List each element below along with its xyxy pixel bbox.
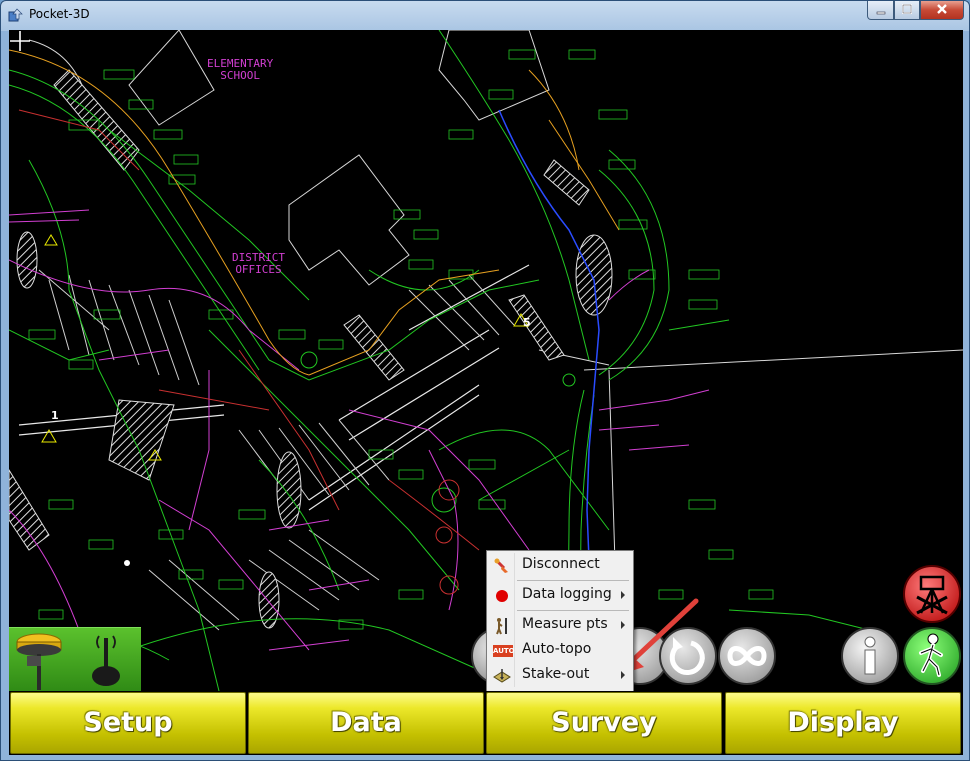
stake-out-icon xyxy=(493,669,511,683)
tab-setup[interactable]: Setup xyxy=(10,692,246,754)
infinity-button[interactable] xyxy=(718,627,776,685)
menu-item-label: Measure pts xyxy=(522,616,608,632)
context-menu: Disconnect Data logging Measure pts AUTO… xyxy=(486,550,634,692)
menu-item-label: Data logging xyxy=(522,586,612,602)
maximize-icon xyxy=(902,4,912,14)
walking-person-icon xyxy=(919,633,943,677)
menu-item-data-logging[interactable]: Data logging xyxy=(489,583,631,608)
submenu-arrow-icon xyxy=(621,621,625,629)
point-label-5: 5 xyxy=(523,316,531,329)
point-label-1: 1 xyxy=(51,409,59,422)
maximize-button[interactable] xyxy=(894,1,920,20)
menu-item-label: Auto-topo xyxy=(522,641,592,657)
disconnect-icon xyxy=(494,558,508,573)
client-area: ELEMENTARY SCHOOL DISTRICT OFFICES 1 5 D… xyxy=(9,30,963,755)
instrument-panel[interactable] xyxy=(9,627,141,692)
close-icon xyxy=(937,4,947,14)
tab-display[interactable]: Display xyxy=(725,692,961,754)
no-tripod-icon xyxy=(916,575,948,615)
rover-receiver-icon xyxy=(16,633,62,690)
menu-separator xyxy=(517,580,629,581)
info-button[interactable] xyxy=(841,627,899,685)
map-label-elementary: ELEMENTARY SCHOOL xyxy=(207,58,273,82)
title-bar[interactable]: Pocket-3D xyxy=(1,1,969,29)
bottom-tab-bar: Setup Data Survey Display xyxy=(9,691,963,755)
menu-item-label: Stake-out xyxy=(522,666,590,682)
tab-data[interactable]: Data xyxy=(248,692,484,754)
tab-survey[interactable]: Survey xyxy=(486,692,722,754)
submenu-arrow-icon xyxy=(621,671,625,679)
map-label-line: OFFICES xyxy=(235,263,282,276)
menu-item-stake-out[interactable]: Stake-out xyxy=(489,663,631,688)
survey-map-canvas[interactable]: ELEMENTARY SCHOOL DISTRICT OFFICES 1 5 D… xyxy=(9,30,963,692)
menu-item-disconnect[interactable]: Disconnect xyxy=(489,553,631,578)
disconnected-status-button[interactable] xyxy=(903,565,961,623)
infinity-icon xyxy=(727,646,767,666)
auto-icon: AUTO xyxy=(493,645,515,657)
red-dot-icon xyxy=(496,590,508,602)
info-icon xyxy=(864,636,876,675)
menu-item-label: Disconnect xyxy=(522,556,600,572)
window-title: Pocket-3D xyxy=(29,7,90,21)
menu-item-measure-pts[interactable]: Measure pts xyxy=(489,613,631,638)
submenu-arrow-icon xyxy=(621,591,625,599)
map-label-district: DISTRICT OFFICES xyxy=(232,252,285,276)
walk-mode-button[interactable] xyxy=(903,627,961,685)
base-antenna-icon xyxy=(92,635,120,686)
crosshair-icon xyxy=(10,31,30,51)
app-icon xyxy=(8,8,23,22)
menu-separator xyxy=(517,610,629,611)
measure-rod-icon xyxy=(496,618,507,635)
map-label-line: SCHOOL xyxy=(220,69,260,82)
close-button[interactable] xyxy=(920,1,964,20)
minimize-icon xyxy=(876,11,885,15)
app-window: Pocket-3D ELEMENTARY SCHOOL DISTRICT OFF… xyxy=(0,0,970,761)
minimize-button[interactable] xyxy=(867,1,894,20)
menu-item-auto-topo[interactable]: AUTO Auto-topo xyxy=(489,638,631,663)
